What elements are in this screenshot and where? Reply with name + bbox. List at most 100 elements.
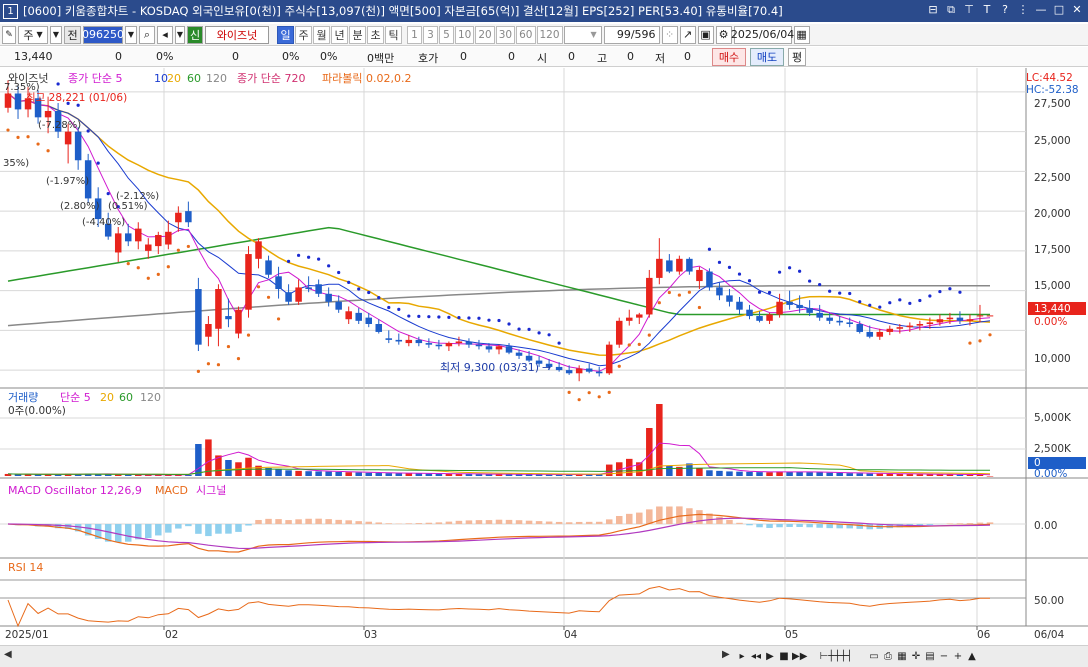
search-icon[interactable]: ⌕ [139,25,155,44]
line-tool-icon[interactable]: ↗ [679,25,696,44]
candle-body [245,254,252,310]
lc-label: LC:44.52 [1026,72,1073,84]
help-icon[interactable]: ? [998,2,1012,18]
interval-3[interactable]: 3 [423,25,438,44]
volume-bar [856,473,863,476]
last-volume-pct: 0.00% [1034,468,1067,480]
psar-dot [457,316,461,320]
crosshair-icon[interactable]: ✛ [910,651,922,662]
candle-body [816,312,823,318]
candle-body [395,339,403,342]
print-icon[interactable]: ⎙ [882,651,894,662]
minimize-icon[interactable]: — [1034,2,1048,18]
interval-1[interactable]: 1 [407,25,422,44]
zoom-slider[interactable]: ⊢┼┼┼┤ [806,651,866,662]
tab-daily[interactable]: 일 [277,25,294,44]
interval-10[interactable]: 10 [455,25,475,44]
play-icon[interactable]: ▶ [764,651,776,662]
tab-second[interactable]: 초 [367,25,384,44]
macd-osc-bar [736,522,743,524]
macd-osc-bar [335,519,342,524]
tab-minute[interactable]: 분 [349,25,366,44]
all-button[interactable]: 전 [64,25,81,44]
maximize-icon[interactable]: □ [1052,2,1066,18]
volume-bar [756,472,763,476]
tab-monthly[interactable]: 월 [313,25,330,44]
interval-30[interactable]: 30 [495,25,516,44]
macd-osc-bar [215,524,222,534]
interval-120[interactable]: 120 [536,25,563,44]
candle-body [435,344,443,347]
code-dropdown-icon[interactable]: ▼ [125,25,137,44]
x-tick: 04 [564,629,578,641]
market-dropdown-icon[interactable]: ▼ [50,25,62,44]
tab-tick[interactable]: 틱 [385,25,402,44]
candle-body [124,233,132,242]
last-price: 13,440 [1034,303,1071,315]
stock-chart[interactable]: 와이즈넛 종가 단순 5 10 20 60 120 종가 단순 720 파라볼릭… [0,68,1088,645]
candle-body [455,341,463,344]
scale-icon[interactable]: ▲ [966,651,978,662]
stop-icon[interactable]: ■ [778,651,790,662]
volume-bar [124,474,132,476]
copy-window-icon[interactable]: ⧉ [944,2,958,18]
candle-body [485,346,493,350]
restore-icon[interactable]: ⊟ [926,2,940,18]
close-icon[interactable]: ✕ [1070,2,1084,18]
candle-body [896,327,904,329]
buy-button[interactable]: 매수 [712,48,746,66]
pen-icon[interactable]: ✎ [2,25,16,44]
psar-dot [777,270,782,274]
layout-icon[interactable]: ▦ [896,651,908,662]
candle-body [44,110,52,118]
window-number[interactable]: 1 [3,3,18,19]
psar-dot [296,253,301,257]
grid-icon[interactable]: ⁘ [661,25,678,44]
psar-dot [657,301,661,305]
zoom-in-icon[interactable]: + [952,651,964,662]
psar-dot [798,269,802,273]
psar-dot [206,362,211,366]
high-value: 0 [627,50,634,63]
tab-yearly[interactable]: 년 [331,25,348,44]
volume-bar [475,474,483,476]
speaker-dropdown-icon[interactable]: ▼ [175,25,185,44]
zoom-out-icon[interactable]: − [938,651,950,662]
forward-icon[interactable]: ▶▶ [792,651,807,662]
text-icon[interactable]: T [980,2,994,18]
save-icon[interactable]: ▣ [697,25,714,44]
calendar-icon[interactable]: ▦ [793,25,810,44]
stock-code-input[interactable]: 096250 [82,25,124,44]
psar-dot [26,135,30,139]
data-count-field[interactable]: 99/596 [603,25,660,44]
psar-dot [647,333,651,337]
scroll-right-icon[interactable]: ▶ [722,649,730,660]
candle-body [676,258,683,272]
chart-scroll-bar[interactable]: ◀ ▶ ▸ ◂◂ ▶ ■ ▶▶ ⊢┼┼┼┤ ▭ ⎙ ▦ ✛ ▤ − + ▲ [0,645,1088,667]
sell-button[interactable]: 매도 [750,48,784,66]
volume-bar [906,474,914,476]
tab-weekly[interactable]: 주 [295,25,312,44]
candle-body [846,322,853,324]
interval-custom-select[interactable]: ▼ [563,25,602,44]
date-field[interactable]: 2025/06/04 [731,25,794,44]
pin-icon[interactable]: ⊤ [962,2,976,18]
psar-dot [76,103,80,107]
tool-icon[interactable]: ▭ [868,651,880,662]
settings-gear-icon[interactable]: ⚙ [715,25,732,44]
macd-osc-bar [545,521,553,524]
market-select[interactable]: 주 ▼ [18,25,48,44]
interval-5[interactable]: 5 [439,25,454,44]
stock-name-field[interactable]: 와이즈넛 [205,25,269,44]
speaker-icon[interactable]: ◂ [157,25,173,44]
indicator-icon[interactable]: ▤ [924,651,936,662]
scroll-left-icon[interactable]: ◀ [4,649,12,660]
rewind-icon[interactable]: ◂◂ [750,651,762,662]
eval-button[interactable]: 평 [788,48,806,66]
new-badge[interactable]: 신 [187,25,203,44]
volume-bar [405,473,413,476]
step-back-icon[interactable]: ▸ [736,651,748,662]
interval-60[interactable]: 60 [516,25,536,44]
y-tick: 2,500K [1034,443,1072,455]
interval-20[interactable]: 20 [475,25,495,44]
